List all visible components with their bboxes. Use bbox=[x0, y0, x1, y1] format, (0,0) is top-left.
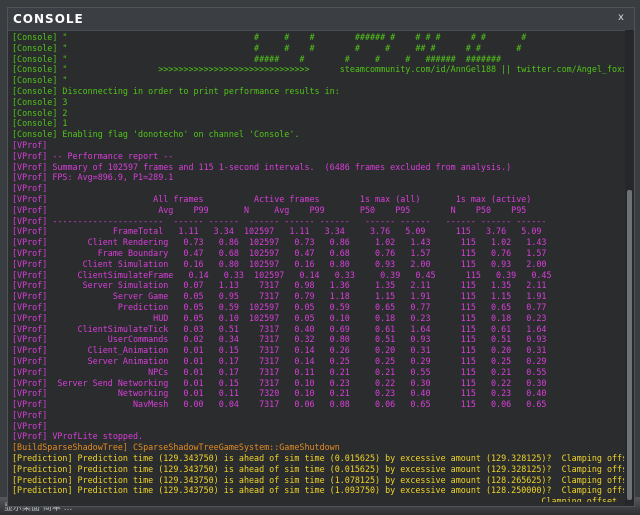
log-line: [Console] 2 bbox=[12, 107, 68, 118]
log-line: [VProf] ClientSimulateTick 0.03 0.51 731… bbox=[12, 323, 547, 334]
log-line: [VProf] Client Rendering 0.73 0.86 10259… bbox=[12, 237, 547, 248]
log-line: [VProf] FPS: Avg=896.9, P1=289.1 bbox=[12, 172, 174, 183]
log-line: [VProf] NPCs 0.01 0.17 7317 0.11 0.21 0.… bbox=[12, 366, 547, 377]
log-line: [Prediction] Prediction time (129.343750… bbox=[12, 485, 624, 496]
log-line: [Console] " # # # ###### # # # # # # # bbox=[12, 32, 527, 42]
log-line: [VProf] ---------------------- ------ --… bbox=[12, 215, 547, 226]
console-titlebar[interactable]: CONSOLE x bbox=[8, 8, 634, 31]
log-line: [Console] " >>>>>>>>>>>>>>>>>>>>>>>>>>>>… bbox=[12, 64, 624, 75]
log-line: [VProf] Server Animation 0.01 0.17 7317 … bbox=[12, 355, 547, 366]
log-line: [Console] Enabling flag 'donotecho' on c… bbox=[12, 129, 300, 140]
log-line: [VProf] bbox=[12, 139, 48, 150]
close-button[interactable]: x bbox=[614, 11, 628, 25]
console-log[interactable]: [Console] " # # # ###### # # # # # # # [C… bbox=[12, 32, 624, 502]
console-window: CONSOLE x [Console] " # # # ###### # # #… bbox=[7, 7, 635, 507]
log-line: [VProf] Server Simulation 0.07 1.13 7317… bbox=[12, 280, 547, 291]
console-scrollbar[interactable] bbox=[625, 30, 634, 506]
log-line: Clamping offset bbox=[12, 496, 618, 502]
log-line: [VProf] -- Performance report -- bbox=[12, 150, 174, 161]
log-line: [VProf] FrameTotal 1.11 3.34 102597 1.11… bbox=[12, 226, 542, 237]
log-line: [VProf] Networking 0.01 0.11 7320 0.10 0… bbox=[12, 388, 547, 399]
log-line: [VProf] bbox=[12, 409, 48, 420]
log-line: [Console] " bbox=[12, 75, 68, 86]
log-line: [Console] " # # # # # ## # # # # bbox=[12, 42, 522, 53]
console-title: CONSOLE bbox=[13, 12, 84, 26]
log-line: [VProf] Server Game 0.05 0.95 7317 0.79 … bbox=[12, 291, 547, 302]
log-line: [VProf] Server Send Networking 0.01 0.15… bbox=[12, 377, 547, 388]
log-line: [Prediction] Prediction time (129.343750… bbox=[12, 463, 624, 474]
scrollbar-thumb[interactable] bbox=[627, 190, 632, 500]
log-line: [Console] " ##### # # # # ###### ####### bbox=[12, 53, 502, 64]
log-line: [VProf] UserCommands 0.02 0.34 7317 0.32… bbox=[12, 334, 547, 345]
log-line: [VProf] Frame Boundary 0.47 0.68 102597 … bbox=[12, 247, 547, 258]
log-line: [VProf] Client_Animation 0.01 0.15 7317 … bbox=[12, 345, 547, 356]
log-line: [VProf] Prediction 0.05 0.59 102597 0.05… bbox=[12, 301, 547, 312]
log-line: [VProf] Avg P99 N Avg P99 P50 P95 N P50 … bbox=[12, 204, 527, 215]
log-line: [Console] 1 bbox=[12, 118, 68, 129]
log-line: [BuildSparseShadowTree] CSparseShadowTre… bbox=[12, 442, 340, 453]
log-line: [VProf] ClientSimulateFrame 0.14 0.33 10… bbox=[12, 269, 552, 280]
log-line: [Console] 3 bbox=[12, 96, 68, 107]
log-line: [VProf] HUD 0.05 0.10 102597 0.05 0.10 0… bbox=[12, 312, 547, 323]
log-line: [VProf] bbox=[12, 420, 48, 431]
log-line: [VProf] Client Simulation 0.16 0.80 1025… bbox=[12, 258, 547, 269]
log-line: [Prediction] Prediction time (129.343750… bbox=[12, 453, 624, 464]
log-line: [Prediction] Prediction time (129.343750… bbox=[12, 474, 624, 485]
log-line: [VProf] Summary of 102597 frames and 115… bbox=[12, 161, 512, 172]
log-line: [VProf] VProfLite stopped. bbox=[12, 431, 144, 442]
log-line: [VProf] bbox=[12, 183, 48, 194]
log-line: [VProf] NavMesh 0.00 0.04 7317 0.06 0.08… bbox=[12, 399, 547, 410]
log-line: [VProf] All frames Active frames 1s max … bbox=[12, 193, 532, 204]
log-line: [Console] Disconnecting in order to prin… bbox=[12, 85, 340, 96]
